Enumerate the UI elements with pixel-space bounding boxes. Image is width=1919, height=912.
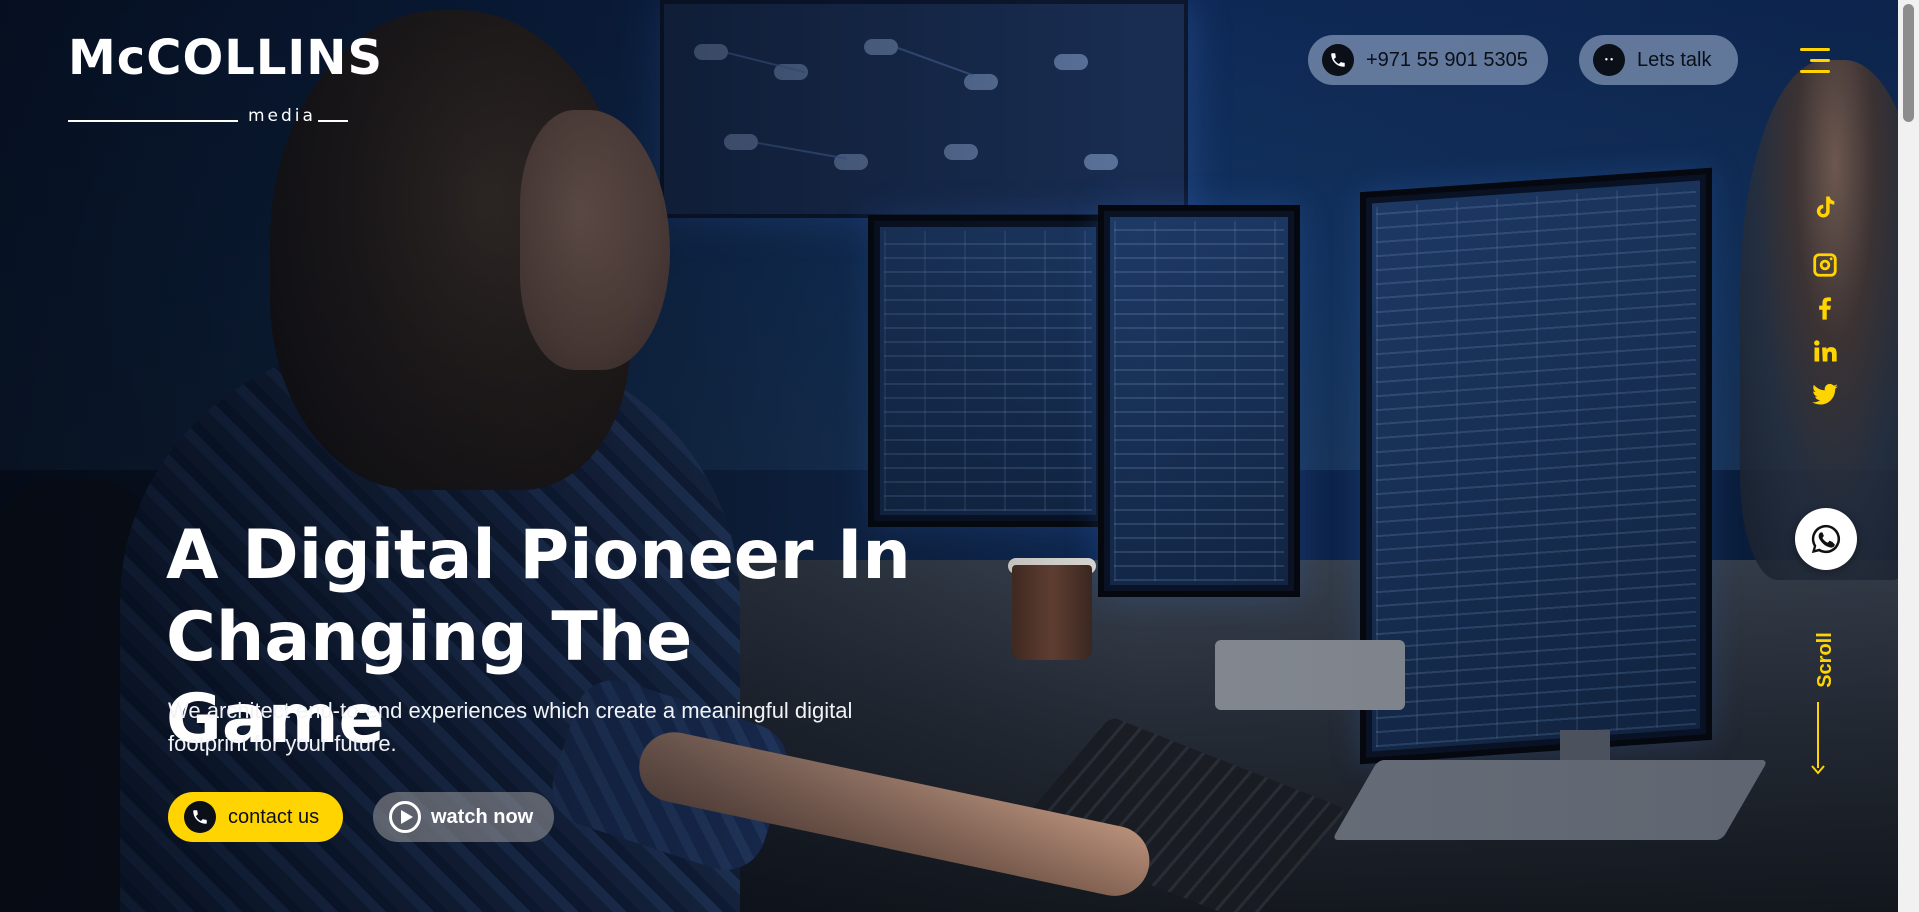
phone-label: +971 55 901 5305 [1366, 48, 1528, 71]
scroll-arrow-icon [1811, 760, 1825, 775]
lets-talk-label: Lets talk [1637, 48, 1712, 71]
scrollbar-thumb[interactable] [1903, 4, 1914, 122]
hero-subtitle: We architect end-to-end experiences whic… [168, 698, 853, 756]
watch-now-label: watch now [431, 805, 534, 828]
chat-icon [1593, 44, 1625, 76]
hero-background [0, 0, 1898, 912]
contact-us-label: contact us [228, 805, 320, 828]
phone-button[interactable]: +971 55 901 5305 [1308, 35, 1548, 85]
scroll-line [1817, 702, 1819, 768]
dark-overlay [0, 0, 1898, 912]
whatsapp-button[interactable] [1795, 508, 1857, 570]
menu-icon[interactable] [1800, 48, 1830, 74]
play-icon [389, 801, 421, 833]
watch-now-button[interactable]: watch now [373, 792, 554, 842]
whatsapp-icon [1811, 524, 1841, 554]
logo-rule-right [318, 120, 348, 122]
headline-line-1: A Digital Pioneer In [166, 516, 911, 595]
brand-logo[interactable]: McCOLLINS media [68, 30, 382, 126]
phone-icon [1322, 44, 1354, 76]
logo-wordmark: McCOLLINS [68, 30, 384, 86]
phone-icon [184, 801, 216, 833]
facebook-icon[interactable] [1808, 291, 1842, 325]
linkedin-icon[interactable] [1808, 334, 1842, 368]
twitter-icon[interactable] [1808, 377, 1842, 411]
lets-talk-button[interactable]: Lets talk [1579, 35, 1738, 85]
logo-subtext: media [248, 106, 316, 126]
page-scrollbar[interactable] [1898, 0, 1919, 912]
scroll-label: Scroll [1814, 632, 1836, 688]
instagram-icon[interactable] [1808, 248, 1842, 282]
contact-us-button[interactable]: contact us [168, 792, 343, 842]
tiktok-icon[interactable] [1808, 190, 1842, 224]
logo-rule-left [68, 120, 238, 122]
